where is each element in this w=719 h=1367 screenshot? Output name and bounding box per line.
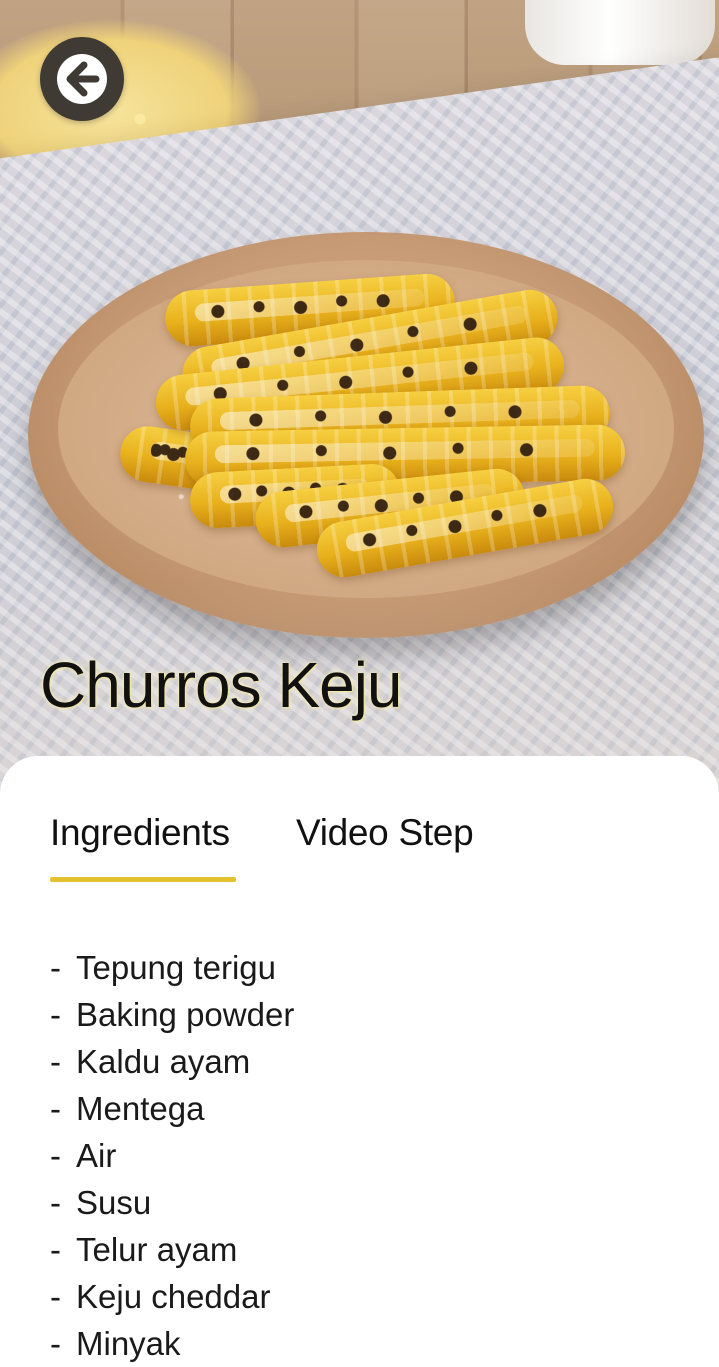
recipe-detail-sheet: Ingredients Video Step - Tepung terigu -… xyxy=(0,756,719,1365)
list-item: - Tepung terigu xyxy=(50,944,294,991)
list-item: - Kaldu ayam xyxy=(50,1038,294,1085)
list-item: - Mentega xyxy=(50,1085,294,1132)
ingredient-name: Air xyxy=(76,1137,117,1174)
list-bullet: - xyxy=(50,1090,61,1127)
ingredient-name: Telur ayam xyxy=(76,1231,238,1268)
list-item: - Keju cheddar xyxy=(50,1273,294,1320)
list-bullet: - xyxy=(50,1043,61,1080)
list-item: - Susu xyxy=(50,1179,294,1226)
list-item: - Air xyxy=(50,1132,294,1179)
tab-ingredients[interactable]: Ingredients xyxy=(50,808,230,858)
list-bullet: - xyxy=(50,1325,61,1362)
arrow-left-icon xyxy=(57,54,107,104)
list-bullet: - xyxy=(50,1137,61,1174)
tab-bar: Ingredients Video Step xyxy=(50,808,670,888)
list-item: - Minyak xyxy=(50,1320,294,1367)
tab-video-step[interactable]: Video Step xyxy=(296,808,474,858)
list-bullet: - xyxy=(50,1184,61,1221)
recipe-title: Churros Keju xyxy=(40,649,402,721)
list-item: - Telur ayam xyxy=(50,1226,294,1273)
ingredient-name: Kaldu ayam xyxy=(76,1043,251,1080)
ingredient-name: Susu xyxy=(76,1184,152,1221)
ingredient-list: - Tepung terigu - Baking powder - Kaldu … xyxy=(50,944,294,1367)
list-item: - Baking powder xyxy=(50,991,294,1038)
list-bullet: - xyxy=(50,1278,61,1315)
ingredient-name: Keju cheddar xyxy=(76,1278,271,1315)
ingredient-name: Minyak xyxy=(76,1325,181,1362)
active-tab-indicator xyxy=(50,877,236,882)
ingredient-name: Baking powder xyxy=(76,996,295,1033)
cup xyxy=(525,0,715,65)
list-bullet: - xyxy=(50,996,61,1033)
list-bullet: - xyxy=(50,949,61,986)
back-button[interactable] xyxy=(40,37,124,121)
ingredient-name: Tepung terigu xyxy=(76,949,276,986)
ingredient-name: Mentega xyxy=(76,1090,205,1127)
list-bullet: - xyxy=(50,1231,61,1268)
